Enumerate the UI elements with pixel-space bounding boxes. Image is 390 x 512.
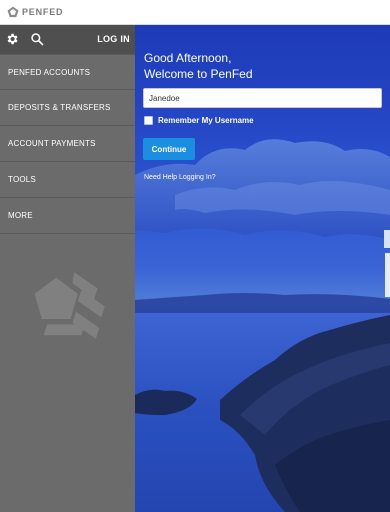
sidebar-nav: PENFED ACCOUNTS DEPOSITS & TRANSFERS ACC… <box>0 54 135 234</box>
greeting-line-2: Welcome to PenFed <box>144 67 253 81</box>
continue-button[interactable]: Continue <box>143 138 195 160</box>
checkbox-box[interactable] <box>144 116 153 125</box>
penfed-logo-icon <box>7 6 19 18</box>
gear-icon[interactable] <box>5 32 19 46</box>
remember-username-label: Remember My Username <box>158 116 254 125</box>
remember-username-checkbox[interactable]: Remember My Username <box>144 116 254 125</box>
sidebar-item-more[interactable]: MORE <box>0 198 135 234</box>
sidebar-toolbar: LOG IN <box>0 25 135 54</box>
hero-background: Good Afternoon, Welcome to PenFed Rememb… <box>135 25 390 512</box>
app-header: PENFED <box>0 0 390 25</box>
username-input[interactable] <box>143 88 382 108</box>
greeting-line-1: Good Afternoon, <box>144 51 232 65</box>
brand-name: PENFED <box>22 7 64 17</box>
greeting-heading: Good Afternoon, Welcome to PenFed <box>144 50 253 82</box>
search-icon[interactable] <box>30 32 44 46</box>
sidebar-item-tools[interactable]: TOOLS <box>0 162 135 198</box>
penfed-watermark-logo-icon <box>34 272 105 339</box>
sidebar: LOG IN PENFED ACCOUNTS DEPOSITS & TRANSF… <box>0 25 135 512</box>
need-help-link[interactable]: Need Help Logging In? <box>144 174 216 181</box>
sidebar-item-penfed-accounts[interactable]: PENFED ACCOUNTS <box>0 54 135 90</box>
login-link[interactable]: LOG IN <box>97 34 130 44</box>
sidebar-item-deposits-transfers[interactable]: DEPOSITS & TRANSFERS <box>0 90 135 126</box>
sidebar-item-account-payments[interactable]: ACCOUNT PAYMENTS <box>0 126 135 162</box>
